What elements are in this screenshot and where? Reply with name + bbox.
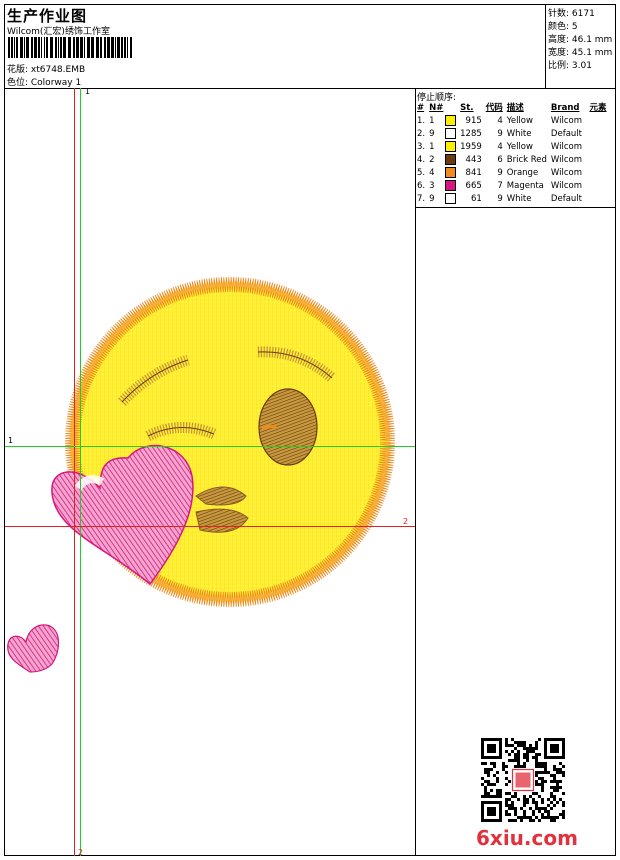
guide-label-v-top: 1	[85, 87, 91, 96]
guide-label-h2-right: 2	[403, 517, 409, 526]
guide-h2-red	[5, 526, 415, 527]
eye-highlight	[261, 424, 277, 430]
watermark: 6xiu.com	[476, 826, 578, 850]
small-heart	[7, 624, 60, 673]
guide-v2-red	[74, 88, 75, 856]
embroidery-preview	[7, 276, 396, 673]
guide-label-v2-bottom: 2	[78, 848, 84, 857]
guide-label-h-left: 1	[8, 436, 14, 445]
guide-h1-green	[5, 446, 415, 447]
guide-v1-green	[80, 88, 81, 856]
